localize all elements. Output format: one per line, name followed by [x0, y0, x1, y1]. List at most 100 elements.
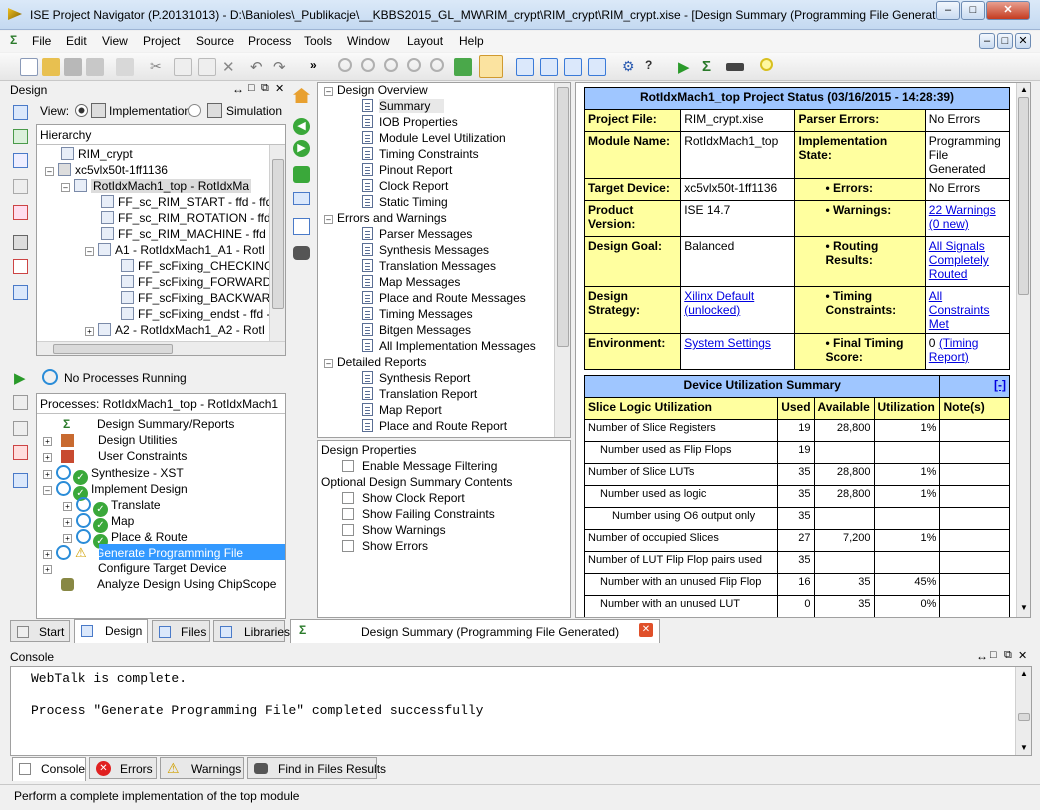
process-item[interactable]: Analyze Design Using ChipScope [59, 577, 276, 591]
implementation-radio[interactable] [75, 104, 88, 117]
tab-errors[interactable]: ✕ Errors [89, 757, 157, 779]
tab-warnings[interactable]: ⚠ Warnings [160, 757, 244, 779]
maximize-button[interactable]: □ [961, 1, 985, 20]
tab-find-in-files[interactable]: Find in Files Results [247, 757, 386, 779]
process-item[interactable]: + User Constraints [43, 449, 187, 463]
collapse-icon[interactable]: – [85, 247, 94, 256]
tree-item-selected[interactable]: – RotIdxMach1_top - RotIdxMa [61, 179, 252, 193]
scroll-thumb[interactable] [1018, 713, 1030, 721]
open-folder-icon[interactable] [42, 58, 60, 76]
back-icon[interactable]: ◀ [293, 118, 310, 135]
mdi-close-button[interactable]: ✕ [1015, 33, 1031, 49]
panel-float-icon[interactable]: ↔ [976, 649, 988, 663]
collapse-icon[interactable]: – [43, 486, 52, 495]
overview-item[interactable]: All Implementation Messages [362, 339, 536, 353]
tree-item[interactable]: FF_scFixing_CHECKING [121, 259, 269, 273]
rerun-icon[interactable] [13, 395, 28, 410]
process-item[interactable]: + Configure Target Device [43, 561, 227, 575]
scroll-up-arrow[interactable]: ▲ [1020, 85, 1028, 94]
overview-item[interactable]: Map Messages [362, 275, 460, 289]
zoom-full-icon[interactable] [384, 58, 398, 72]
status-link[interactable]: Xilinx Default (unlocked) [684, 289, 754, 317]
simulation-radio[interactable] [188, 104, 201, 117]
show-failing-constraints-option[interactable]: Show Failing Constraints [342, 507, 495, 521]
overview-scrollbar[interactable] [554, 83, 570, 437]
tile-vertical-icon[interactable] [564, 58, 582, 76]
pointer-tool-icon[interactable] [479, 55, 503, 78]
overview-group[interactable]: – Detailed Reports [324, 355, 426, 369]
overview-item[interactable]: Translation Messages [362, 259, 496, 273]
tree-item[interactable]: FF_scFixing_FORWARD - [121, 275, 269, 289]
redo-icon[interactable]: ↷ [273, 58, 291, 76]
menu-tools[interactable]: Tools [304, 34, 332, 48]
find-list-icon[interactable] [293, 218, 310, 235]
enable-filtering-checkbox[interactable] [342, 460, 354, 472]
status-link[interactable]: 22 Warnings (0 new) [929, 203, 996, 231]
menu-view[interactable]: View [102, 34, 128, 48]
menu-source[interactable]: Source [196, 34, 234, 48]
overview-item[interactable]: Place and Route Messages [362, 291, 526, 305]
overview-item[interactable]: Bitgen Messages [362, 323, 471, 337]
add-source-icon[interactable] [13, 105, 28, 120]
overview-group[interactable]: – Design Overview [324, 83, 428, 97]
expand-icon[interactable]: + [43, 453, 52, 462]
expand-icon[interactable]: + [43, 565, 52, 574]
tab-libraries[interactable]: Libraries [213, 620, 290, 642]
binoculars-icon[interactable] [293, 246, 310, 260]
expand-icon[interactable]: + [43, 437, 52, 446]
new-source-icon[interactable] [13, 153, 28, 168]
tree-item[interactable]: – A1 - RotIdxMach1_A1 - RotI [85, 243, 265, 257]
expand-icon[interactable]: + [43, 470, 52, 479]
toolbar-overflow-icon[interactable]: » [310, 58, 328, 76]
collapse-icon[interactable]: – [324, 359, 333, 368]
mdi-restore-button[interactable]: □ [997, 33, 1013, 49]
tab-start[interactable]: Start [10, 620, 70, 642]
show-clock-report-option[interactable]: Show Clock Report [342, 491, 465, 505]
overview-item[interactable]: Parser Messages [362, 227, 472, 241]
home-icon[interactable] [293, 88, 310, 103]
check-list-icon[interactable] [13, 259, 28, 274]
cascade-icon[interactable] [516, 58, 534, 76]
expand-icon[interactable]: + [63, 518, 72, 527]
show-failing-constraints-checkbox[interactable] [342, 508, 354, 520]
overview-item[interactable]: Module Level Utilization [362, 131, 506, 145]
overview-item[interactable]: Map Report [362, 403, 442, 417]
show-warnings-option[interactable]: Show Warnings [342, 523, 446, 537]
summary-scrollbar[interactable]: ▲ ▼ [1016, 83, 1030, 617]
process-item-selected[interactable]: + ⚠ Generate Programming File [43, 544, 285, 561]
save-icon[interactable] [64, 58, 82, 76]
panel-close-icon[interactable]: ✕ [275, 82, 284, 95]
show-warnings-checkbox[interactable] [342, 524, 354, 536]
hierarchy-vscrollbar[interactable] [269, 145, 285, 341]
panel-float-icon[interactable]: ↔ [232, 82, 244, 96]
wrench-icon[interactable]: ⚙ [622, 58, 640, 76]
overview-item[interactable]: Clock Report [362, 179, 448, 193]
menu-file[interactable]: File [32, 34, 51, 48]
expand-icon[interactable]: + [63, 502, 72, 511]
implementation-label[interactable]: Implementation [109, 104, 191, 118]
panel-maximize-icon[interactable]: □ [248, 82, 255, 94]
save-all-icon[interactable] [86, 58, 104, 76]
tab-console[interactable]: Console [12, 757, 86, 781]
status-link[interactable]: System Settings [684, 336, 771, 350]
new-file-icon[interactable] [20, 58, 38, 76]
menu-window[interactable]: Window [347, 34, 390, 48]
collapse-icon[interactable]: – [61, 183, 70, 192]
tree-item[interactable]: – xc5vlx50t-1ff1136 [45, 163, 168, 177]
sigma-summary-icon[interactable]: Σ [702, 58, 720, 76]
tree-item[interactable]: FF_scFixing_BACKWARD [121, 291, 269, 305]
zoom-in-icon[interactable] [338, 58, 352, 72]
lightbulb-icon[interactable] [760, 58, 773, 71]
panel-close-icon[interactable]: ✕ [1018, 649, 1027, 662]
overview-item[interactable]: Static Timing [362, 195, 448, 209]
mdi-minimize-button[interactable]: – [979, 33, 995, 49]
scroll-down-arrow[interactable]: ▼ [1020, 743, 1028, 752]
cut-icon[interactable]: ✂ [150, 58, 168, 76]
html-icon[interactable] [293, 192, 310, 205]
scroll-thumb[interactable] [1018, 97, 1029, 295]
status-link[interactable]: All Constraints Met [929, 289, 990, 331]
close-tab-icon[interactable]: ✕ [639, 623, 653, 637]
forward-icon[interactable]: ▶ [293, 140, 310, 157]
close-button[interactable]: ✕ [986, 1, 1030, 20]
add-copy-source-icon[interactable] [13, 129, 28, 144]
